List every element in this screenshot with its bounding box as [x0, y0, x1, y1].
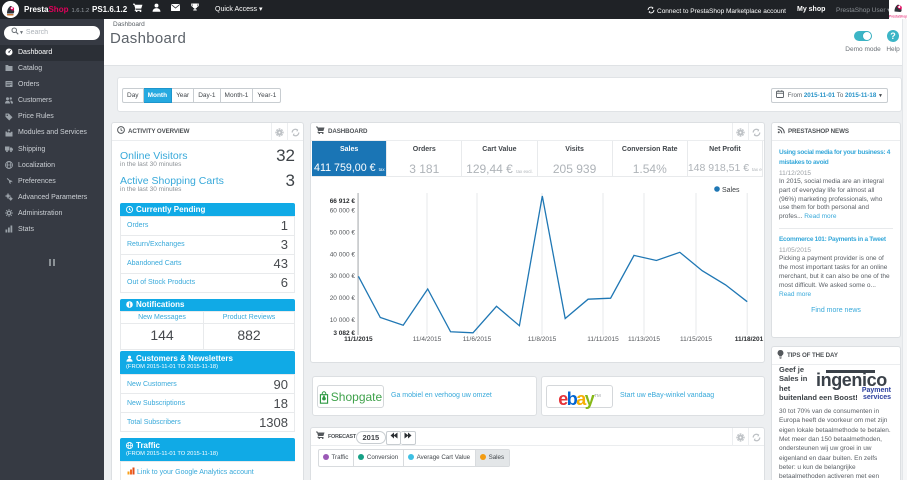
- svg-text:30 000 €: 30 000 €: [330, 273, 356, 280]
- svg-text:10 000 €: 10 000 €: [330, 317, 356, 324]
- svg-text:Sales: Sales: [722, 187, 740, 194]
- svg-text:11/6/2015: 11/6/2015: [463, 336, 492, 343]
- svg-text:PrestaShop: PrestaShop: [889, 15, 907, 19]
- svg-text:11/11/2015: 11/11/2015: [587, 336, 619, 343]
- svg-text:40 000 €: 40 000 €: [330, 251, 356, 258]
- svg-text:60 000 €: 60 000 €: [330, 208, 356, 215]
- svg-text:11/4/2015: 11/4/2015: [413, 336, 442, 343]
- svg-text:20 000 €: 20 000 €: [330, 295, 356, 302]
- svg-text:11/15/2015: 11/15/2015: [680, 336, 712, 343]
- svg-text:11/18/201: 11/18/201: [735, 336, 764, 343]
- svg-text:11/13/2015: 11/13/2015: [628, 336, 660, 343]
- svg-text:66 912 €: 66 912 €: [330, 198, 356, 205]
- svg-text:50 000 €: 50 000 €: [330, 229, 356, 236]
- svg-text:11/8/2015: 11/8/2015: [528, 336, 557, 343]
- svg-text:11/1/2015: 11/1/2015: [344, 336, 373, 343]
